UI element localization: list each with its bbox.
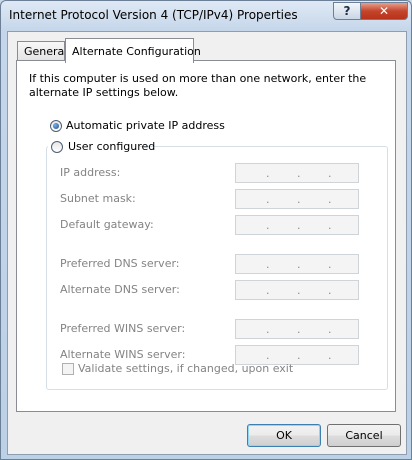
close-button[interactable]: ✕	[360, 2, 408, 20]
subnet-mask-input[interactable]: . . .	[235, 189, 359, 209]
ok-button[interactable]: OK	[247, 424, 321, 447]
alternate-dns-label: Alternate DNS server:	[60, 283, 180, 296]
preferred-wins-label: Preferred WINS server:	[60, 322, 186, 335]
close-icon: ✕	[378, 4, 390, 18]
user-configured-radio[interactable]	[51, 141, 63, 153]
validate-settings-label: Validate settings, if changed, upon exit	[78, 362, 294, 375]
user-configured-label[interactable]: User configured	[68, 140, 155, 153]
default-gateway-label: Default gateway:	[60, 218, 154, 231]
tab-general[interactable]: General	[17, 41, 67, 61]
user-configured-legend: User configured	[48, 140, 155, 154]
preferred-dns-input[interactable]: . . .	[235, 254, 359, 274]
preferred-dns-label: Preferred DNS server:	[60, 257, 180, 270]
default-gateway-input[interactable]: . . .	[235, 215, 359, 235]
dialog-window: Internet Protocol Version 4 (TCP/IPv4) P…	[0, 0, 412, 460]
automatic-ip-radio[interactable]	[50, 120, 62, 132]
ip-address-input[interactable]: . . .	[235, 163, 359, 183]
tab-alternate-configuration[interactable]: Alternate Configuration	[65, 38, 201, 63]
window-title: Internet Protocol Version 4 (TCP/IPv4) P…	[9, 8, 298, 22]
cancel-button[interactable]: Cancel	[327, 424, 401, 447]
tab-panel: If this computer is used on more than on…	[16, 60, 396, 412]
subnet-mask-label: Subnet mask:	[60, 192, 136, 205]
ip-address-label: IP address:	[60, 166, 121, 179]
alternate-wins-label: Alternate WINS server:	[60, 348, 186, 361]
help-icon: ?	[343, 4, 351, 18]
help-button[interactable]: ?	[333, 2, 361, 20]
preferred-wins-input[interactable]: . . .	[235, 319, 359, 339]
title-bar[interactable]: Internet Protocol Version 4 (TCP/IPv4) P…	[1, 1, 411, 31]
description-text: If this computer is used on more than on…	[29, 72, 367, 99]
user-configured-group: IP address: . . . Subnet mask: . . . Def…	[46, 146, 388, 390]
validate-settings-checkbox[interactable]	[62, 363, 74, 375]
automatic-ip-label[interactable]: Automatic private IP address	[66, 119, 225, 132]
dialog-client-area: General Alternate Configuration If this …	[7, 31, 407, 455]
alternate-dns-input[interactable]: . . .	[235, 280, 359, 300]
